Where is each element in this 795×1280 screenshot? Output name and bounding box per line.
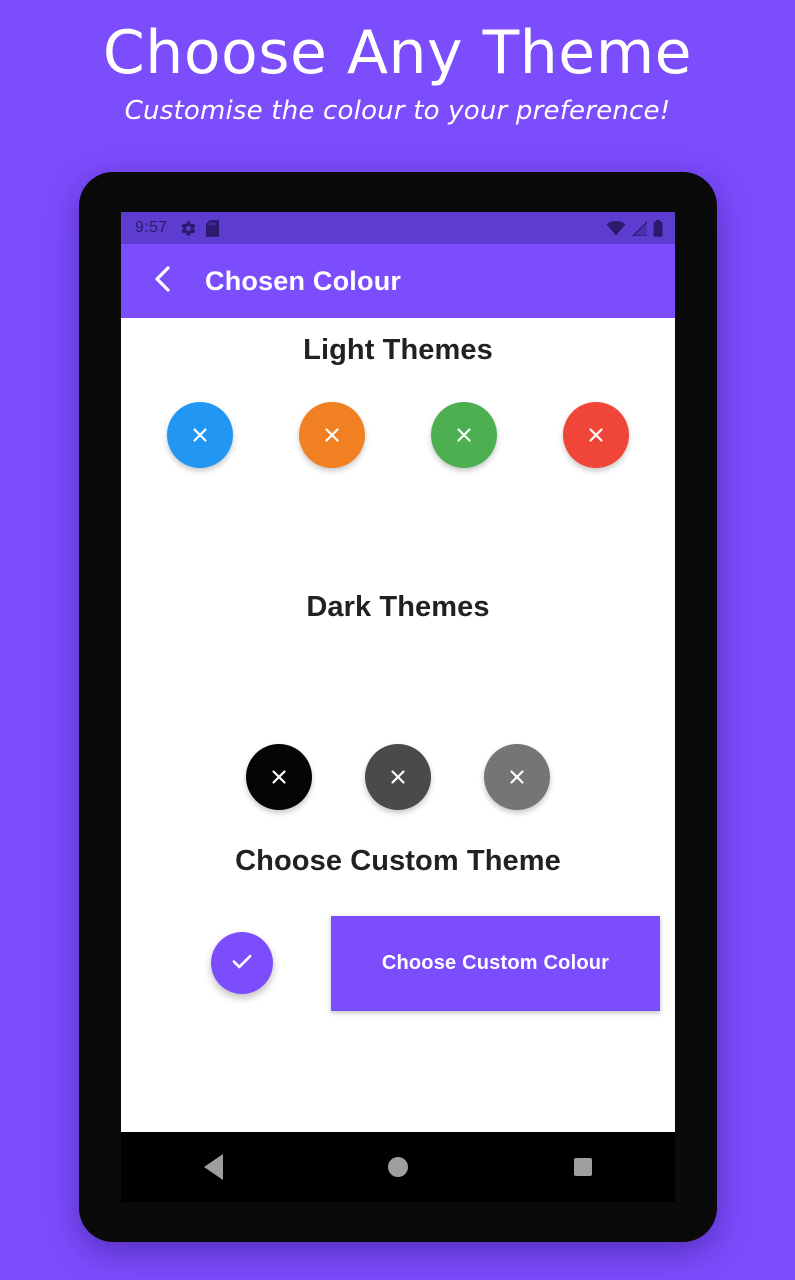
android-navigation-bar: [121, 1132, 675, 1202]
custom-theme-heading: Choose Custom Theme: [235, 845, 561, 877]
close-x-icon: [585, 424, 607, 446]
custom-theme-row: Choose Custom Colour: [121, 913, 675, 1013]
close-x-icon: [506, 766, 528, 788]
close-x-icon: [387, 766, 409, 788]
battery-icon: [653, 219, 663, 237]
promo-subtitle: Customise the colour to your preference!: [124, 96, 671, 127]
check-icon: [229, 948, 255, 979]
device-frame: 9:57 Chosen Colour Light Themes Dark The…: [79, 172, 717, 1242]
theme-swatch-black[interactable]: [246, 744, 312, 810]
theme-swatch-dark-grey[interactable]: [365, 744, 431, 810]
close-x-icon: [189, 424, 211, 446]
status-bar-time: 9:57: [135, 219, 168, 236]
gear-icon: [180, 220, 197, 237]
light-themes-swatch-row: [121, 402, 675, 468]
triangle-back-icon: [203, 1154, 223, 1180]
selected-custom-colour-swatch[interactable]: [211, 932, 273, 994]
theme-swatch-red[interactable]: [563, 402, 629, 468]
theme-swatch-grey[interactable]: [484, 744, 550, 810]
close-x-icon: [268, 766, 290, 788]
status-bar: 9:57: [121, 212, 675, 244]
chevron-left-icon: [150, 264, 176, 299]
sd-card-icon: [206, 219, 220, 237]
circle-home-icon: [387, 1157, 408, 1177]
promo-header: Choose Any Theme Customise the colour to…: [0, 0, 795, 127]
nav-recents-button[interactable]: [548, 1132, 618, 1202]
choose-custom-colour-button[interactable]: Choose Custom Colour: [331, 915, 660, 1011]
square-recents-icon: [573, 1158, 592, 1176]
device-screen: 9:57 Chosen Colour Light Themes Dark The…: [121, 212, 675, 1132]
theme-swatch-green[interactable]: [431, 402, 497, 468]
app-bar: Chosen Colour: [121, 244, 675, 318]
cellular-signal-icon: [631, 220, 648, 236]
nav-home-button[interactable]: [363, 1132, 433, 1202]
dark-themes-swatch-row: [121, 744, 675, 810]
status-bar-right-icons: [606, 219, 663, 237]
close-x-icon: [321, 424, 343, 446]
wifi-icon: [606, 220, 626, 236]
promo-title: Choose Any Theme: [102, 18, 693, 88]
light-themes-heading: Light Themes: [303, 334, 493, 366]
dark-themes-heading: Dark Themes: [306, 591, 490, 623]
content-area: Light Themes Dark Themes Choose Custom T…: [121, 318, 675, 1132]
close-x-icon: [453, 424, 475, 446]
nav-back-button[interactable]: [178, 1132, 248, 1202]
page-title: Chosen Colour: [205, 265, 402, 296]
back-button[interactable]: [141, 259, 185, 303]
theme-swatch-blue[interactable]: [167, 402, 233, 468]
status-bar-left-icons: [180, 219, 220, 237]
theme-swatch-orange[interactable]: [299, 402, 365, 468]
